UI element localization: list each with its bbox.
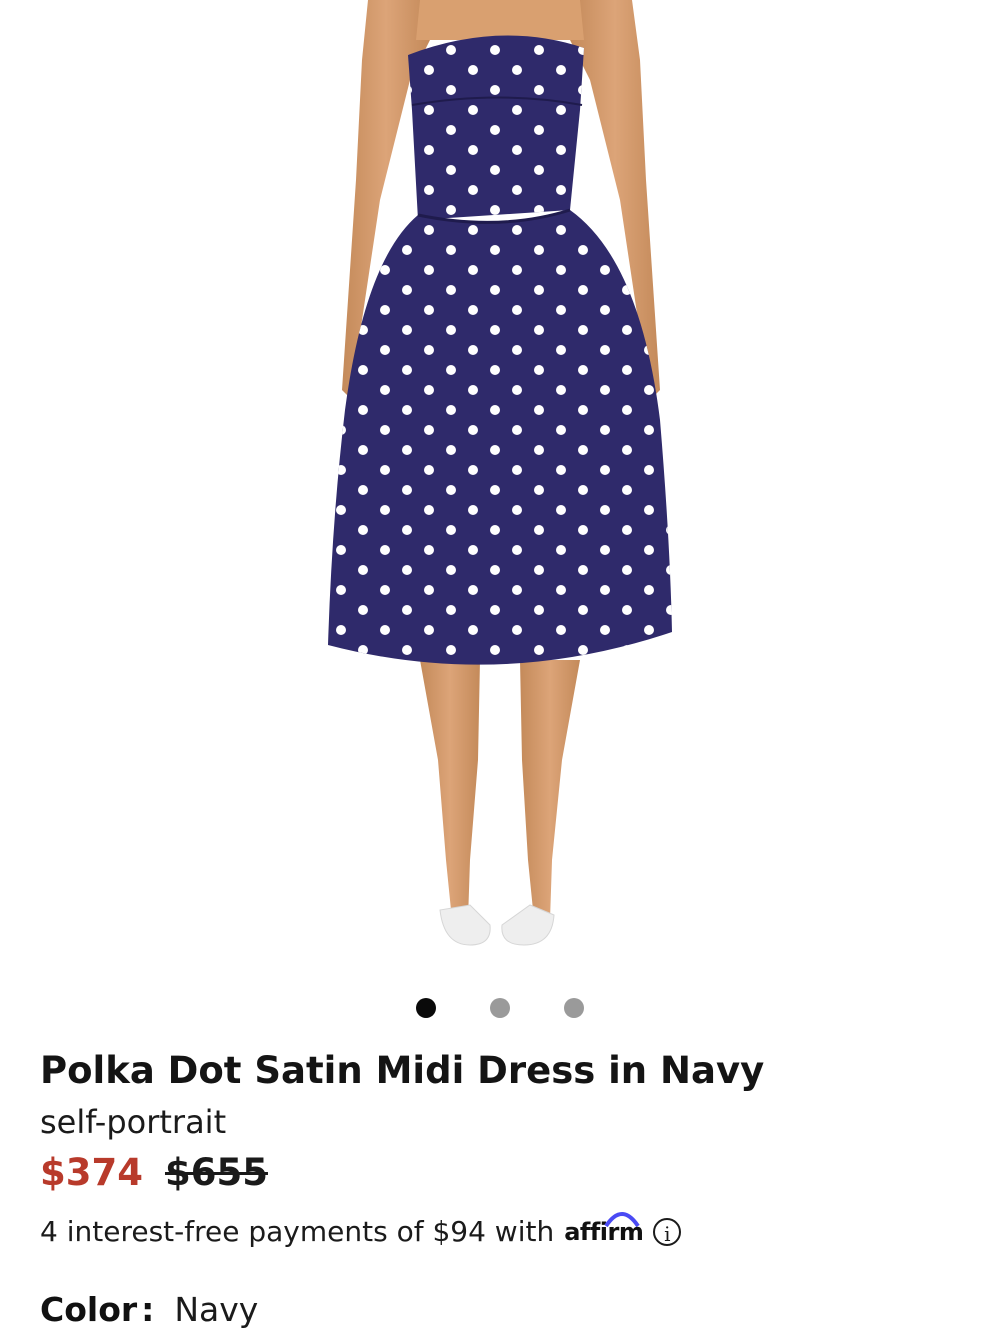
- product-image[interactable]: [0, 0, 1000, 975]
- carousel-dot-3[interactable]: [564, 998, 584, 1018]
- carousel-dot-2[interactable]: [490, 998, 510, 1018]
- image-carousel-indicators: [0, 998, 1000, 1018]
- color-row: Color : Navy: [40, 1290, 960, 1329]
- color-colon: :: [141, 1290, 155, 1329]
- color-value: Navy: [174, 1290, 259, 1329]
- sale-price: $374: [40, 1151, 143, 1194]
- affirm-payment-row: 4 interest-free payments of $94 with aff…: [40, 1211, 960, 1248]
- original-price: $655: [164, 1151, 268, 1194]
- dress-photo: [328, 0, 672, 946]
- brand-link[interactable]: self-portrait: [40, 1099, 960, 1145]
- affirm-logo: affirm: [564, 1211, 644, 1246]
- color-label: Color: [40, 1290, 138, 1329]
- product-info: Polka Dot Satin Midi Dress in Navy self-…: [40, 1043, 960, 1329]
- affirm-payment-text: 4 interest-free payments of $94 with: [40, 1215, 555, 1248]
- price-row: $374 $655: [40, 1145, 960, 1201]
- carousel-dot-1[interactable]: [416, 998, 436, 1018]
- product-title: Polka Dot Satin Midi Dress in Navy: [40, 1049, 765, 1092]
- affirm-arc-icon: [604, 1211, 640, 1227]
- info-icon[interactable]: i: [653, 1217, 682, 1246]
